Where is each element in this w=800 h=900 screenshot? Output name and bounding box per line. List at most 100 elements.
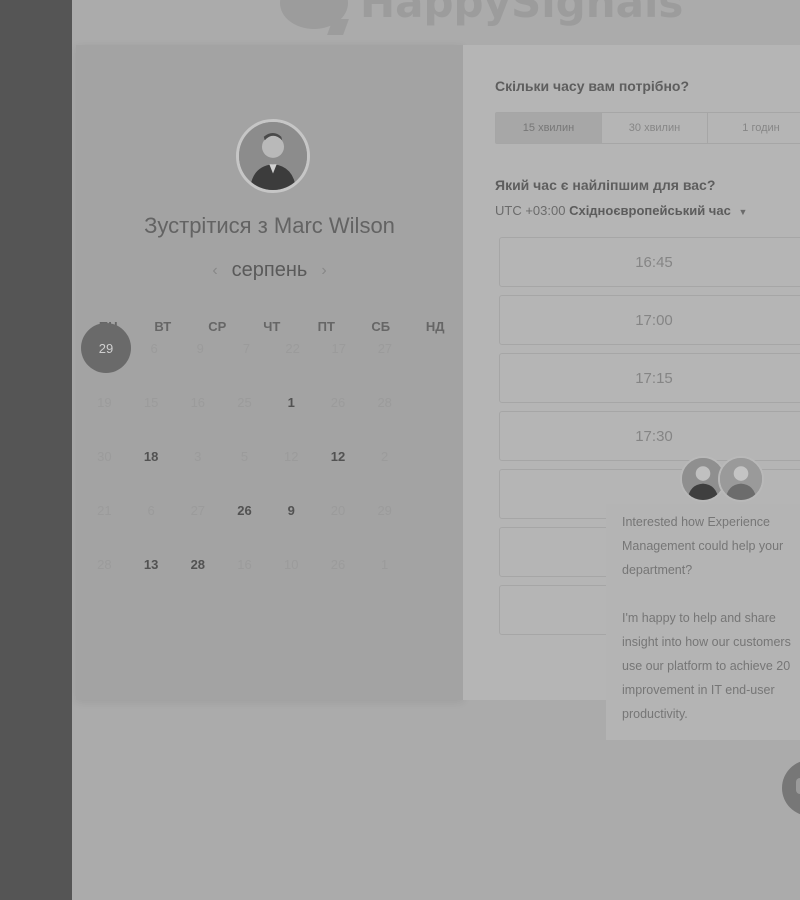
duration-option-60[interactable]: 1 годин (708, 113, 800, 143)
calendar-day-number: 1 (287, 394, 295, 410)
calendar-panel: Зустрітися з Marc Wilson ‹ серпень › ПН … (76, 45, 463, 700)
calendar-day-number: 9 (287, 502, 295, 518)
calendar-day-number: 19 (97, 394, 112, 410)
next-month-icon[interactable]: › (321, 262, 326, 280)
chat-message-line: improvement in IT end-user (622, 683, 775, 697)
calendar-week-row: 19 15 16 25 1 26 28 (81, 375, 408, 429)
calendar-day-number: 16 (190, 394, 206, 410)
calendar-day-number: 27 (377, 340, 393, 356)
calendar-day-number: 12 (284, 448, 299, 464)
calendar-week-row: 21 6 27 26 9 20 29 (81, 483, 408, 537)
calendar-day[interactable]: 1 (268, 375, 315, 429)
calendar-day[interactable]: 28 (174, 537, 221, 591)
duration-question: Скільки часу вам потрібно? (495, 78, 690, 94)
calendar-day: 19 (81, 375, 128, 429)
calendar-day[interactable]: 12 (315, 429, 362, 483)
calendar-day: 30 (81, 429, 128, 483)
calendar-day[interactable]: 18 (128, 429, 175, 483)
calendar-day-number: 29 (377, 502, 392, 518)
time-slot[interactable]: 17:30 (499, 411, 800, 461)
calendar-day-number: 3 (194, 448, 202, 464)
calendar-day: 16 (174, 375, 221, 429)
duration-option-30[interactable]: 30 хвилин (602, 113, 708, 143)
time-slot[interactable]: 17:00 (499, 295, 800, 345)
booking-page: HappySignals Зустрітися з Marc Wilson ‹ … (72, 0, 800, 900)
calendar-day: 27 (174, 483, 221, 537)
calendar-day-number: 30 (97, 448, 112, 464)
prev-month-icon[interactable]: ‹ (212, 262, 217, 280)
calendar-day-number: 20 (330, 502, 346, 518)
time-slot[interactable]: 16:45 (499, 237, 800, 287)
calendar-day-number: 25 (237, 394, 252, 410)
calendar-week-row: 29 6 9 7 22 17 27 (81, 321, 408, 375)
calendar-day-number: 26 (330, 556, 346, 572)
chat-agent-avatars (680, 456, 766, 504)
calendar-day-number: 2 (381, 448, 389, 464)
calendar-day-number: 12 (330, 448, 346, 464)
calendar-day[interactable]: 9 (268, 483, 315, 537)
calendar-day-number: 7 (242, 340, 251, 356)
calendar-day: 2 (361, 429, 408, 483)
timezone-name: Східноєвропейський час (569, 203, 731, 218)
chevron-down-icon: ▼ (738, 207, 748, 217)
chat-message-card: Interested how Experience Management cou… (606, 504, 800, 740)
calendar-day-number: 10 (284, 556, 299, 572)
calendar-day-number: 13 (143, 556, 159, 572)
calendar-day: 10 (268, 537, 315, 591)
chat-message-line: department? (622, 563, 693, 577)
duration-option-15[interactable]: 15 хвилин (496, 113, 602, 143)
calendar-day: 28 (81, 537, 128, 591)
calendar-day-number: 1 (381, 556, 389, 572)
calendar-day[interactable]: 13 (128, 537, 175, 591)
left-sidebar-strip (0, 0, 72, 900)
chat-paragraph-gap (622, 582, 800, 606)
calendar-day: 29 (361, 483, 408, 537)
calendar-day: 15 (128, 375, 175, 429)
calendar-day: 28 (361, 375, 408, 429)
calendar-day-number: 5 (240, 448, 249, 464)
calendar-day: 12 (268, 429, 315, 483)
calendar-day-number: 16 (237, 556, 252, 572)
calendar-day: 22 (270, 321, 316, 375)
chat-message-line: Interested how Experience (622, 515, 771, 529)
calendar-day: 26 (315, 537, 362, 591)
calendar-day-number: 28 (97, 556, 112, 572)
calendar-day-number: 18 (143, 448, 159, 464)
calendar-day: 9 (177, 321, 223, 375)
calendar-week-row: 28 13 28 16 10 26 1 (81, 537, 408, 591)
calendar-day[interactable]: 26 (221, 483, 268, 537)
chat-message-line: insight into how our customers (622, 635, 791, 649)
calendar-day-number: 9 (196, 340, 204, 356)
calendar-day[interactable]: 29 (81, 321, 131, 375)
calendar-day: 5 (221, 429, 268, 483)
calendar-day: 17 (316, 321, 362, 375)
calendar-day: 1 (361, 537, 408, 591)
duration-selector: 15 хвилин 30 хвилин 1 годин (495, 112, 800, 144)
calendar-day-number: 6 (147, 502, 155, 518)
calendar-day: 6 (128, 483, 175, 537)
meeting-title: Зустрітися з Marc Wilson (144, 213, 395, 238)
weekday-label: НД (425, 319, 445, 334)
calendar-day: 21 (81, 483, 128, 537)
month-label: серпень (231, 259, 308, 281)
calendar-grid: 29 6 9 7 22 17 27 19 15 16 25 1 26 28 30 18 3 5 12 12 2 21 6 27… (81, 321, 408, 591)
calendar-day: 25 (221, 375, 268, 429)
calendar-day-number: 6 (150, 340, 158, 356)
time-question: Який час є найліпшим для вас? (495, 177, 716, 193)
calendar-day-number: 15 (143, 394, 159, 410)
host-avatar (236, 119, 310, 193)
time-slot[interactable]: 17:15 (499, 353, 800, 403)
logo-text: HappySignals (360, 0, 684, 27)
calendar-day: 7 (223, 321, 269, 375)
chat-message-line: I'm happy to help and share (622, 611, 776, 625)
calendar-day-number: 26 (237, 502, 252, 518)
calendar-week-row: 30 18 3 5 12 12 2 (81, 429, 408, 483)
calendar-day: 3 (174, 429, 221, 483)
calendar-day: 27 (362, 321, 408, 375)
calendar-day-number: 28 (377, 394, 392, 410)
calendar-day-number: 26 (330, 394, 346, 410)
logo-mark-icon (280, 0, 348, 29)
timezone-selector[interactable]: UTC +03:00 Східноєвропейський час ▼ (495, 203, 747, 218)
calendar-day-number: 28 (190, 556, 206, 572)
calendar-day-number: 29 (81, 323, 131, 373)
